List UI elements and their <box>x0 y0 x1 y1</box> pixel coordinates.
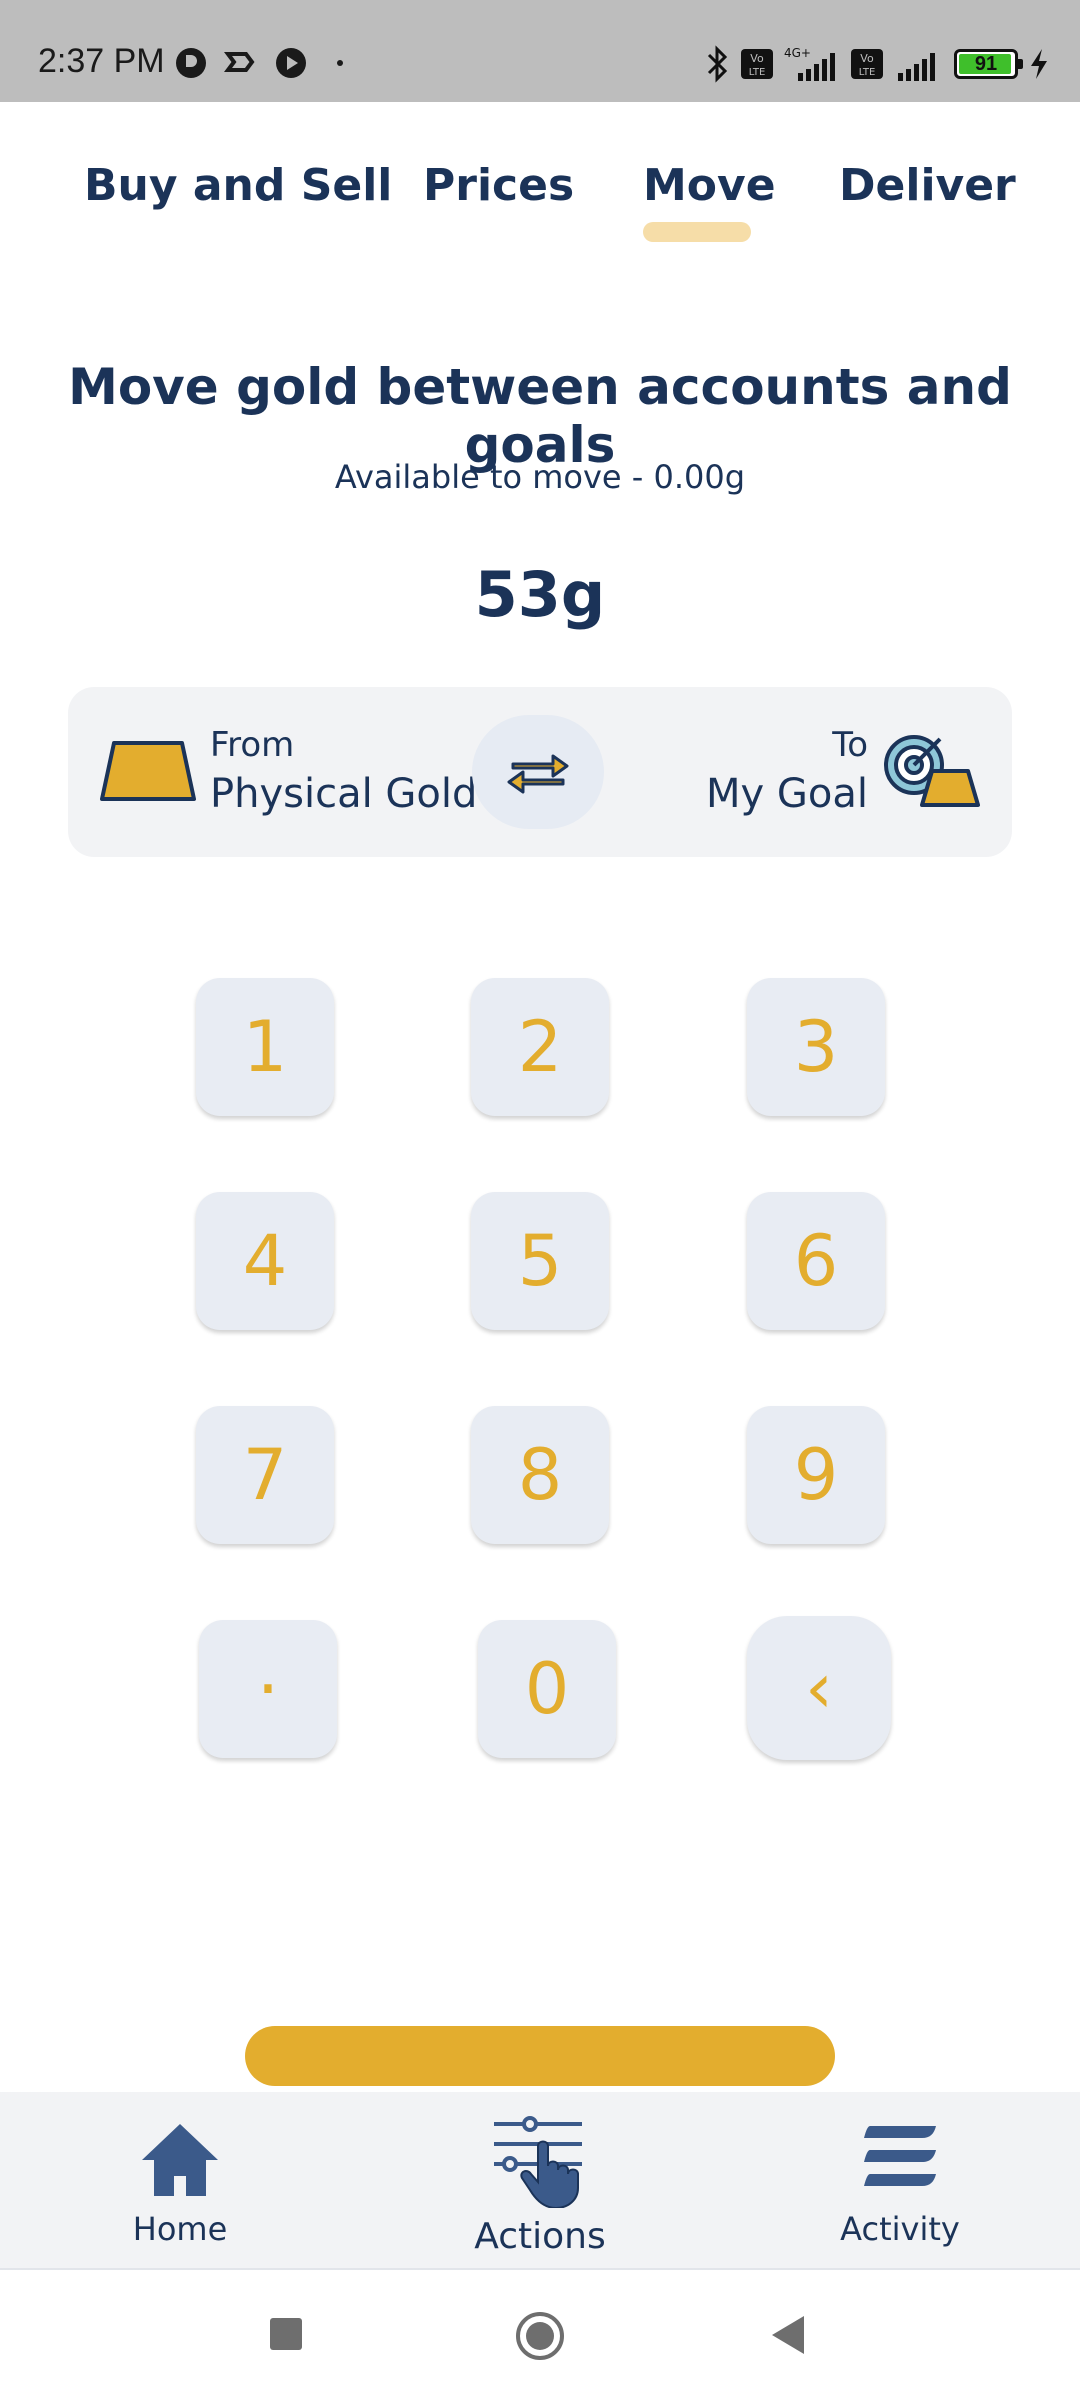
tab-deliver[interactable]: Deliver <box>839 160 1016 211</box>
charging-icon <box>1031 49 1047 79</box>
key-0[interactable]: 0 <box>478 1620 616 1758</box>
nav-home-label: Home <box>132 2210 228 2248</box>
gold-bar-icon <box>100 741 196 801</box>
nav-home[interactable]: Home <box>120 2092 240 2270</box>
app-notification-icon <box>176 48 206 78</box>
sync-notification-icon <box>224 52 255 72</box>
nav-activity-label: Activity <box>840 2210 960 2248</box>
key-3[interactable]: 3 <box>747 978 885 1116</box>
status-bar: 2:37 PM Vo LTE 4G+ Vo LTE 91 <box>0 0 1080 102</box>
available-to-move: Available to move - 0.00g <box>334 458 746 496</box>
key-8[interactable]: 8 <box>471 1406 609 1544</box>
battery-icon: 91 <box>954 49 1023 79</box>
svg-text:LTE: LTE <box>749 67 766 78</box>
bottom-nav: Home Actions Activity <box>0 2092 1080 2270</box>
more-notifications-dot-icon <box>337 60 343 66</box>
key-4[interactable]: 4 <box>196 1192 334 1330</box>
home-icon <box>142 2124 218 2196</box>
nav-actions[interactable]: Actions <box>460 2092 620 2270</box>
volte-icon: Vo LTE <box>741 49 773 79</box>
goal-target-icon <box>884 735 980 807</box>
bluetooth-icon <box>707 45 728 83</box>
tab-buy-and-sell[interactable]: Buy and Sell <box>84 160 392 211</box>
nav-actions-label: Actions <box>474 2216 606 2257</box>
amount-display: 53g <box>474 558 606 631</box>
nav-activity[interactable]: Activity <box>830 2092 970 2270</box>
continue-button[interactable] <box>245 2026 835 2086</box>
key-6[interactable]: 6 <box>747 1192 885 1330</box>
key-1[interactable]: 1 <box>196 978 334 1116</box>
key-5[interactable]: 5 <box>471 1192 609 1330</box>
status-indicators: Vo LTE 4G+ Vo LTE 91 <box>704 44 1050 84</box>
home-circle-icon[interactable] <box>514 2310 566 2362</box>
volte-icon-2: Vo LTE <box>851 49 883 79</box>
swap-button[interactable] <box>472 715 604 829</box>
move-card: From Physical Gold To My Goal <box>68 687 1012 857</box>
svg-text:Vo: Vo <box>750 52 764 65</box>
tab-prices[interactable]: Prices <box>423 160 574 211</box>
to-account[interactable]: My Goal <box>706 771 868 817</box>
from-label: From <box>210 725 295 765</box>
active-tab-indicator <box>643 222 751 242</box>
battery-level: 91 <box>974 52 998 75</box>
play-notification-icon <box>276 48 306 78</box>
page-title: Move gold between accounts and goals <box>68 358 1012 474</box>
signal-icon <box>898 53 935 81</box>
key-decimal[interactable]: · <box>199 1620 337 1758</box>
status-time: 2:37 PM <box>38 42 165 80</box>
svg-text:LTE: LTE <box>859 67 876 78</box>
key-7[interactable]: 7 <box>196 1406 334 1544</box>
svg-text:4G+: 4G+ <box>784 46 811 60</box>
recents-square-icon[interactable] <box>268 2316 304 2352</box>
system-nav-bar <box>0 2270 1080 2400</box>
tab-move[interactable]: Move <box>643 160 776 211</box>
from-account[interactable]: Physical Gold <box>210 771 477 817</box>
svg-text:Vo: Vo <box>860 52 874 65</box>
swap-arrows-icon <box>507 754 569 794</box>
activity-icon <box>864 2126 936 2186</box>
to-label: To <box>832 725 868 765</box>
key-9[interactable]: 9 <box>747 1406 885 1544</box>
signal-4g-icon: 4G+ <box>784 46 835 81</box>
key-2[interactable]: 2 <box>471 978 609 1116</box>
back-triangle-icon[interactable] <box>768 2314 808 2356</box>
backspace-key[interactable]: ‹ <box>747 1616 891 1760</box>
actions-sliders-icon <box>494 2116 582 2208</box>
